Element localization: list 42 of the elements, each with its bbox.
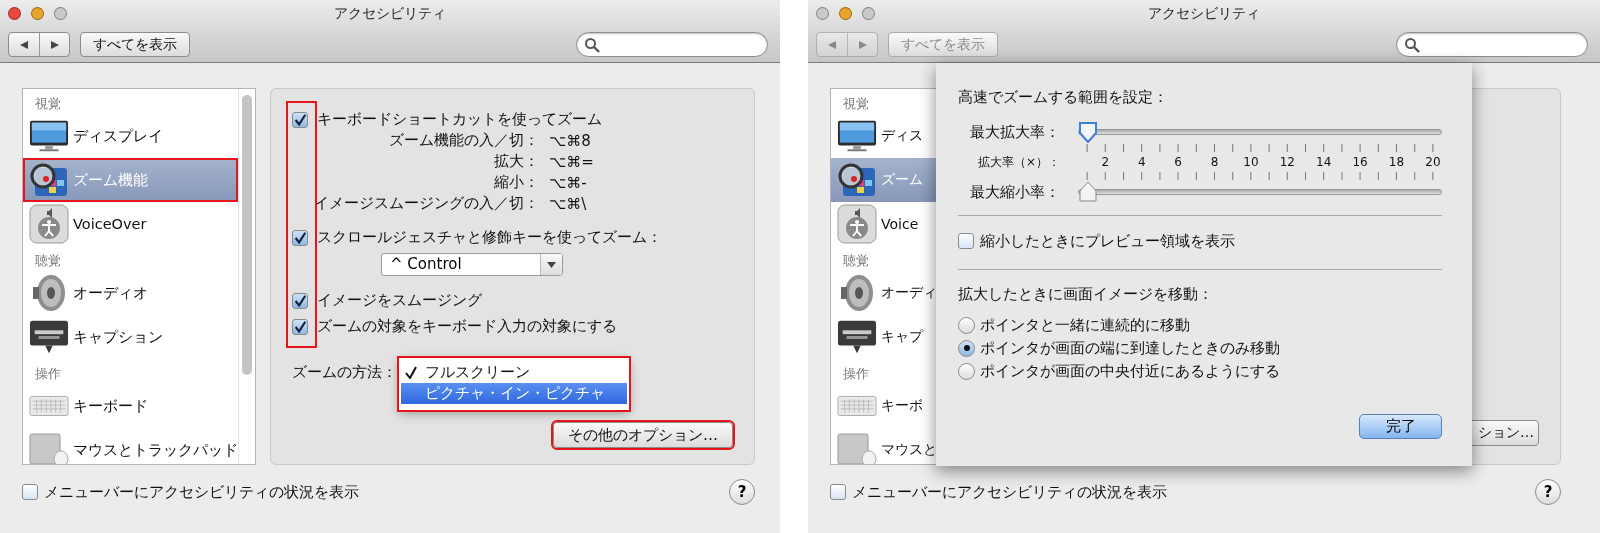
section-header: 操作	[843, 366, 869, 381]
field-label: ズームの方法：	[292, 362, 397, 383]
checkbox-label: メニューバーにアクセシビリティの状況を表示	[852, 482, 1167, 502]
section-header: 操作	[35, 366, 61, 381]
shortcut-label: ズーム機能の入／切：	[388, 131, 539, 150]
radio-label: ポインタが画面の端に到達したときのみ移動	[980, 338, 1280, 358]
checkbox-label: イメージをスムージング	[317, 291, 482, 310]
shortcut-label: 縮小：	[493, 173, 539, 192]
checkbox-label: ズームの対象をキーボード入力の対象にする	[317, 317, 617, 336]
tick-label: 6	[1174, 155, 1182, 169]
checkbox-label: スクロールジェスチャと修飾キーを使ってズーム：	[317, 228, 662, 247]
tick-label: 2	[1101, 155, 1110, 169]
tick-label: 18	[1388, 155, 1405, 169]
slider-label: 最大拡大率：	[969, 122, 1060, 142]
section-header: 視覚	[35, 96, 61, 111]
section-header: 聴覚	[843, 253, 869, 268]
window-title: アクセシビリティ	[334, 4, 446, 23]
tick-label: 16	[1352, 155, 1368, 169]
shortcut-keys: ⌥⌘\	[549, 194, 587, 213]
radio-label: ポインタと一緒に連続的に移動	[980, 315, 1190, 335]
section-heading: 高速でズームする範囲を設定：	[958, 87, 1169, 107]
slider-label: 最大縮小率：	[969, 182, 1060, 202]
checkbox-label: キーボードショートカットを使ってズーム	[317, 110, 602, 129]
tick-label: 12	[1279, 155, 1295, 169]
shortcut-keys: ⌥⌘-	[549, 173, 587, 192]
tick-label: 20	[1425, 155, 1441, 169]
checkbox-label: メニューバーにアクセシビリティの状況を表示	[44, 482, 359, 502]
tick-label: 8	[1210, 155, 1219, 169]
shortcut-keys: ⌥⌘=	[549, 152, 594, 171]
window-title: アクセシビリティ	[1148, 4, 1260, 23]
radio-label: ポインタが画面の中央付近にあるようにする	[980, 361, 1280, 381]
checkbox-label: 縮小したときにプレビュー領域を表示	[980, 231, 1235, 251]
tick-label: 10	[1243, 155, 1259, 169]
tick-label: 4	[1137, 155, 1146, 169]
tick-label: 14	[1316, 155, 1332, 169]
section-header: 聴覚	[35, 253, 61, 268]
section-header: 視覚	[843, 96, 869, 111]
scale-label: 拡大率（×）：	[976, 153, 1060, 171]
shortcut-keys: ⌥⌘8	[549, 131, 591, 150]
shortcut-label: イメージスムージングの入／切：	[313, 194, 539, 213]
shortcut-label: 拡大：	[493, 152, 539, 171]
section-heading: 拡大したときに画面イメージを移動：	[958, 284, 1214, 304]
